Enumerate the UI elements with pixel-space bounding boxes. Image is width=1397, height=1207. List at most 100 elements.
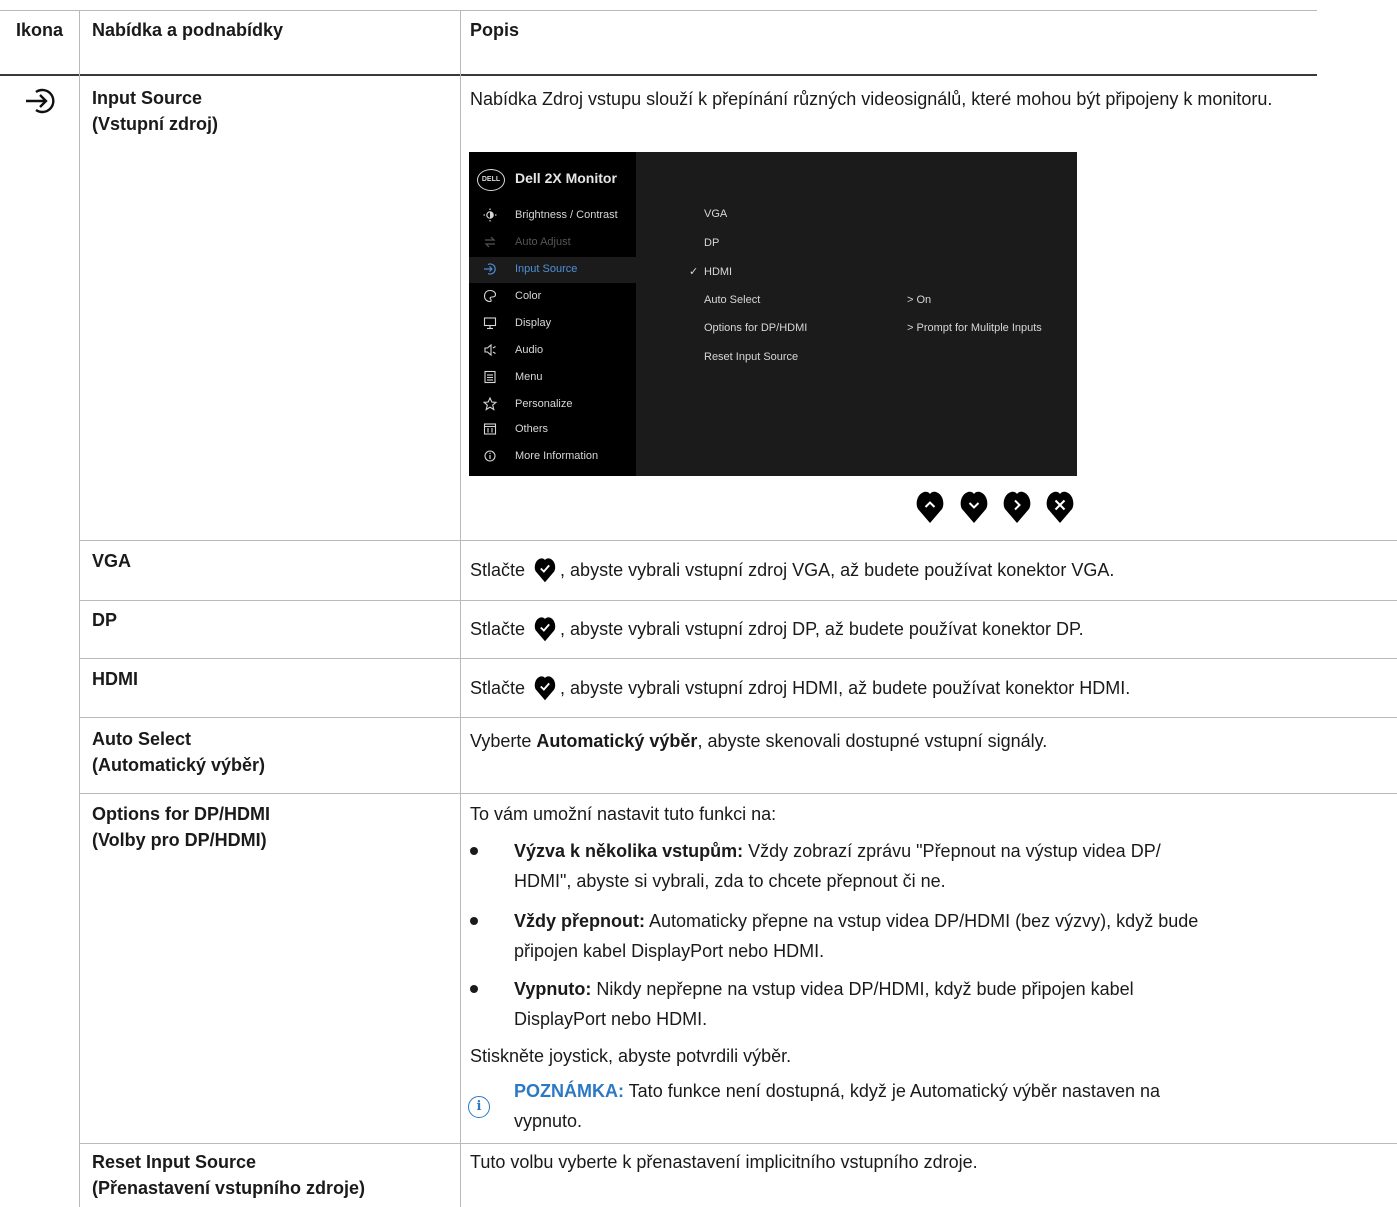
osd-menu-item-display[interactable]: Display: [469, 311, 636, 337]
auto-select-description: Vyberte Automatický výběr, abyste skenov…: [470, 726, 1385, 756]
column-divider: [79, 10, 80, 1207]
menu-icon: [483, 370, 497, 384]
menu-title-input-source: Input Source: [92, 88, 203, 108]
auto-select-desc-bold: Automatický výběr: [536, 731, 698, 751]
osd-submenu-auto-select[interactable]: Auto Select: [704, 294, 760, 306]
reset-description: Tuto volbu vyberte k přenastavení implic…: [470, 1152, 978, 1172]
bullet-text: HDMI", abyste si vybrali, zda to chcete …: [514, 871, 946, 891]
osd-menu-label: More Information: [515, 450, 599, 462]
manual-page: Ikona Nabídka a podnabídky Popis Input S…: [0, 0, 1397, 1207]
dp-desc-pre: Stlačte: [470, 619, 526, 639]
options-bullet-prompt: Výzva k několika vstupům: Vždy zobrazí z…: [514, 836, 1384, 896]
osd-menu-item-color[interactable]: Color: [469, 284, 636, 310]
exit-button[interactable]: [1046, 490, 1074, 524]
menu-subtitle-auto-select: (Automatický výběr): [92, 755, 266, 775]
vga-description: Stlačte , abyste vybrali vstupní zdroj V…: [470, 555, 1385, 585]
input-source-icon: [26, 88, 55, 114]
hdmi-description: Stlačte , abyste vybrali vstupní zdroj H…: [470, 673, 1385, 703]
osd-title: Dell 2X Monitor: [515, 170, 617, 186]
osd-menu-item-auto-adjust: Auto Adjust: [469, 230, 636, 256]
dell-logo: DELL: [477, 169, 505, 191]
menu-subtitle-reset: (Přenastavení vstupního zdroje): [92, 1178, 366, 1198]
header-description-column: Popis: [470, 20, 520, 40]
options-bullet-always: Vždy přepnout: Automaticky přepne na vst…: [514, 906, 1384, 966]
osd-screenshot: DELL Dell 2X Monitor Brightness / Contra…: [469, 152, 1077, 476]
check-button-icon: [534, 676, 556, 701]
bullet: [470, 917, 478, 925]
auto-select-desc-post: , abyste skenovali dostupné vstupní sign…: [697, 731, 1048, 751]
osd-menu-label: Brightness / Contrast: [515, 209, 618, 221]
check-icon: ✓: [689, 266, 699, 278]
osd-menu-item-brightness[interactable]: Brightness / Contrast: [469, 203, 636, 229]
osd-menu-item-menu[interactable]: Menu: [469, 365, 636, 391]
hdmi-desc-pre: Stlačte: [470, 678, 526, 698]
bullet-bold: Vypnuto:: [514, 979, 592, 999]
row-divider: [80, 717, 1397, 718]
bullet: [470, 847, 478, 855]
display-icon: [483, 316, 497, 330]
osd-submenu-dp[interactable]: DP: [704, 237, 719, 249]
osd-menu-item-personalize[interactable]: Personalize: [469, 392, 636, 418]
options-note: POZNÁMKA: Tato funkce není dostupná, kdy…: [514, 1076, 1384, 1136]
osd-menu-label: Audio: [515, 344, 544, 356]
row-divider: [80, 1143, 1397, 1144]
osd-menu-label: Others: [515, 423, 549, 435]
note-text: Tato funkce není dostupná, když je Autom…: [624, 1081, 1160, 1101]
osd-menu-label: Input Source: [515, 263, 578, 275]
osd-submenu-vga[interactable]: VGA: [704, 208, 727, 220]
osd-menu-label: Auto Adjust: [515, 236, 571, 248]
check-button-icon: [534, 617, 556, 642]
menu-subtitle-input-source: (Vstupní zdroj): [92, 114, 218, 134]
options-confirm: Stiskněte joystick, abyste potvrdili výb…: [470, 1046, 792, 1066]
input-source-description: Nabídka Zdroj vstupu slouží k přepínání …: [470, 89, 1273, 109]
bullet-bold: Výzva k několika vstupům:: [514, 841, 744, 861]
menu-title-dp: DP: [92, 610, 118, 630]
osd-menu-item-others[interactable]: Others: [469, 417, 636, 443]
check-button-icon: [534, 558, 556, 583]
vga-desc-pre: Stlačte: [470, 560, 526, 580]
osd-menu-item-input-source[interactable]: Input Source: [469, 257, 636, 283]
osd-menu-label: Display: [515, 317, 552, 329]
menu-subtitle-options: (Volby pro DP/HDMI): [92, 830, 267, 850]
menu-title-reset: Reset Input Source: [92, 1152, 257, 1172]
osd-menu-item-more-information[interactable]: More Information: [469, 444, 636, 470]
bullet: [470, 985, 478, 993]
menu-title-options: Options for DP/HDMI: [92, 804, 270, 824]
bullet-text: připojen kabel DisplayPort nebo HDMI.: [514, 941, 825, 961]
star-icon: [482, 396, 498, 411]
row-divider: [80, 600, 1397, 601]
audio-icon: [483, 343, 497, 357]
bullet-text: Nikdy nepřepne na vstup videa DP/HDMI, k…: [591, 979, 1134, 999]
info-icon: [483, 449, 497, 463]
right-button[interactable]: [1003, 490, 1031, 524]
bullet-text: Vždy zobrazí zprávu "Přepnout na výstup …: [743, 841, 1161, 861]
up-button[interactable]: [916, 490, 944, 524]
osd-submenu-options-value: > Prompt for Mulitple Inputs: [907, 322, 1042, 334]
osd-submenu-auto-select-value: > On: [907, 294, 932, 306]
down-button[interactable]: [960, 490, 988, 524]
auto-adjust-icon: [483, 235, 497, 249]
bullet-bold: Vždy přepnout:: [514, 911, 645, 931]
options-intro: To vám umožní nastavit tuto funkci na:: [470, 804, 777, 824]
row-divider: [80, 793, 1397, 794]
dp-desc-post: , abyste vybrali vstupní zdroj DP, až bu…: [560, 619, 1084, 639]
column-divider: [460, 10, 461, 1207]
brightness-icon: [483, 208, 497, 222]
header-icon-column: Ikona: [16, 20, 64, 40]
note-text: vypnuto.: [514, 1111, 583, 1131]
table-top-border: [0, 10, 1317, 11]
input-source-icon: [483, 262, 497, 276]
osd-submenu-hdmi[interactable]: HDMI: [704, 266, 732, 278]
dp-description: Stlačte , abyste vybrali vstupní zdroj D…: [470, 614, 1385, 644]
auto-select-desc-pre: Vyberte: [470, 731, 537, 751]
osd-submenu-reset[interactable]: Reset Input Source: [704, 351, 798, 363]
hdmi-desc-post: , abyste vybrali vstupní zdroj HDMI, až …: [560, 678, 1131, 698]
osd-menu-item-audio[interactable]: Audio: [469, 338, 636, 364]
header-separator: [0, 74, 1317, 76]
menu-title-hdmi: HDMI: [92, 669, 138, 689]
osd-menu-label: Menu: [515, 371, 543, 383]
osd-submenu-options[interactable]: Options for DP/HDMI: [704, 322, 807, 334]
menu-title-auto-select: Auto Select: [92, 729, 192, 749]
info-note-icon: i: [468, 1096, 490, 1118]
others-icon: [483, 422, 497, 436]
